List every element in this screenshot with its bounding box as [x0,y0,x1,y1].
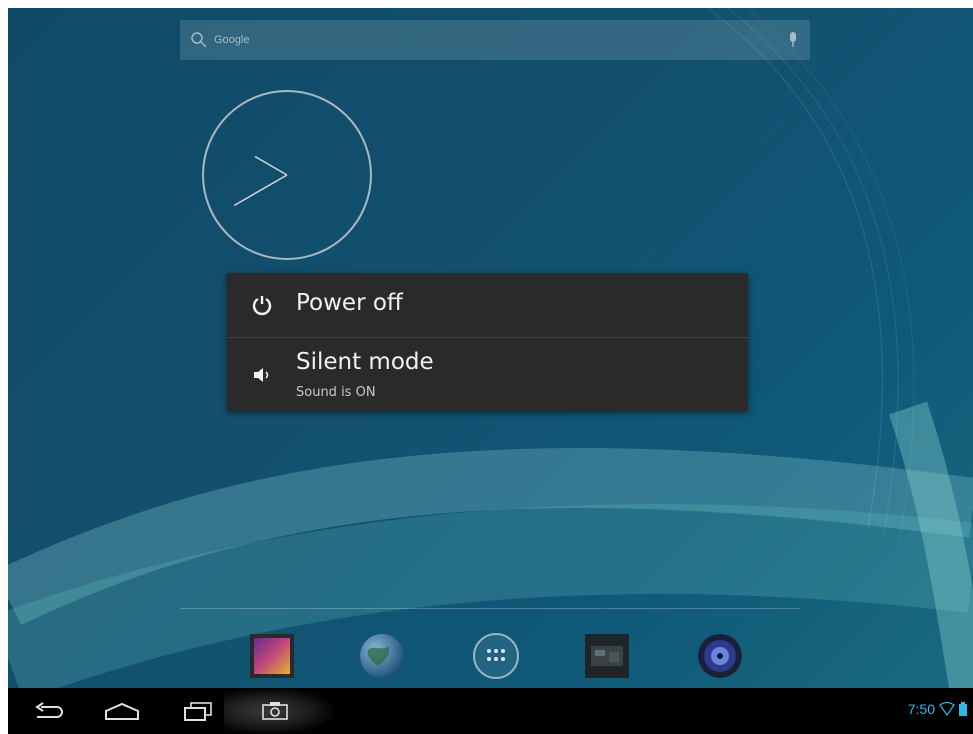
clock-hour-hand [254,155,288,176]
camera-app-icon[interactable] [583,632,631,680]
power-icon [252,296,272,316]
back-icon [35,702,63,718]
gallery-app-icon[interactable] [248,632,296,680]
status-area[interactable]: 7:50 [908,701,967,717]
browser-globe-app-icon[interactable] [358,632,406,680]
all-apps-icon[interactable] [472,632,520,680]
microphone-icon[interactable] [788,32,798,48]
recent-apps-icon [184,702,212,721]
home-button[interactable] [102,698,142,726]
screenshot-icon [262,702,288,720]
search-hint: Google [214,34,250,46]
screenshot-button[interactable] [224,688,334,734]
clock-minute-hand [233,174,288,207]
silent-mode-option[interactable]: Silent mode Sound is ON [227,338,748,411]
home-icon [105,702,139,720]
music-app-icon[interactable] [696,632,744,680]
back-button[interactable] [28,698,68,726]
power-off-label: Power off [296,290,403,316]
speaker-icon [254,368,269,382]
search-icon [191,32,207,48]
dock-divider [180,608,800,609]
navigation-bar: 7:50 [8,688,973,734]
analog-clock-widget[interactable] [200,88,374,262]
power-options-dialog: Power off Silent mode Sound is ON [227,273,748,411]
google-search-bar[interactable]: Google [180,20,810,60]
recent-apps-button[interactable] [178,698,218,726]
silent-mode-label: Silent mode [296,349,434,375]
wifi-icon [939,702,955,716]
power-off-option[interactable]: Power off [227,273,748,337]
sound-status-label: Sound is ON [296,385,376,400]
battery-icon [959,702,967,716]
status-time: 7:50 [907,701,935,717]
